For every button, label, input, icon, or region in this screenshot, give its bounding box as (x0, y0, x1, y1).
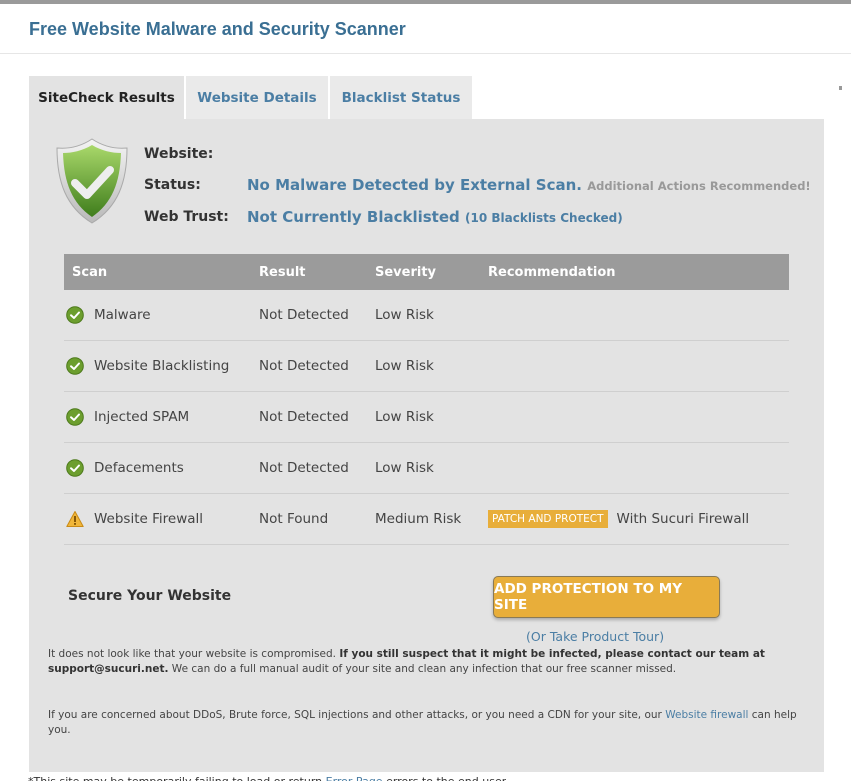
scan-result: Not Found (259, 511, 329, 527)
header-scan: Scan (72, 264, 108, 280)
compromise-note: It does not look like that your website … (48, 648, 765, 675)
footer-note: *This site may be temporarily failing to… (28, 773, 506, 781)
website-firewall-link[interactable]: Website firewall (665, 709, 748, 721)
scan-severity: Low Risk (375, 358, 434, 374)
table-row: Website Blacklisting Not Detected Low Ri… (64, 341, 789, 392)
warning-triangle-icon (66, 511, 84, 527)
scan-name: Malware (94, 307, 151, 323)
trust-text: Not Currently Blacklisted (247, 208, 460, 226)
scan-recommendation: PATCH AND PROTECT With Sucuri Firewall (488, 510, 789, 528)
scan-result: Not Detected (259, 409, 349, 425)
tab-blacklist-status[interactable]: Blacklist Status (330, 76, 472, 119)
header-result: Result (259, 264, 306, 280)
web-trust-label: Web Trust: (144, 209, 229, 225)
scan-severity: Low Risk (375, 409, 434, 425)
header-severity: Severity (375, 264, 437, 280)
scan-name: Website Blacklisting (94, 358, 230, 374)
website-label: Website: (144, 146, 214, 162)
scan-result: Not Detected (259, 307, 349, 323)
check-circle-icon (66, 357, 84, 375)
table-row: Website Firewall Not Found Medium Risk P… (64, 494, 789, 545)
top-border (0, 0, 851, 4)
status-note: Additional Actions Recommended! (587, 179, 811, 193)
add-protection-button[interactable]: ADD PROTECTION TO MY SITE (493, 576, 720, 618)
table-row: Defacements Not Detected Low Risk (64, 443, 789, 494)
status-value: No Malware Detected by External Scan. Ad… (247, 176, 811, 194)
scan-result: Not Detected (259, 358, 349, 374)
status-label: Status: (144, 177, 201, 193)
scan-result: Not Detected (259, 460, 349, 476)
page-title: Free Website Malware and Security Scanne… (29, 19, 406, 39)
title-divider (0, 53, 851, 54)
scan-name: Website Firewall (94, 511, 204, 527)
check-circle-icon (66, 306, 84, 324)
patch-and-protect-badge[interactable]: PATCH AND PROTECT (488, 510, 608, 528)
tab-bar: SiteCheck Results Website Details Blackl… (29, 76, 474, 119)
corner-mark (839, 86, 842, 90)
product-tour-link[interactable]: Or Take Product Tour (531, 629, 659, 644)
header-recommendation: Recommendation (488, 264, 616, 280)
scan-severity: Medium Risk (375, 511, 462, 527)
check-circle-icon (66, 459, 84, 477)
scan-results-table: Scan Result Severity Recommendation Malw… (64, 254, 789, 545)
recommendation-text: With Sucuri Firewall (616, 511, 750, 527)
scan-severity: Low Risk (375, 460, 434, 476)
scan-severity: Low Risk (375, 307, 434, 323)
tab-website-details[interactable]: Website Details (186, 76, 328, 119)
table-row: Injected SPAM Not Detected Low Risk (64, 392, 789, 443)
error-page-link[interactable]: Error Page (326, 775, 383, 781)
table-row: Malware Not Detected Low Risk (64, 290, 789, 341)
secure-your-website-label: Secure Your Website (68, 588, 232, 604)
status-text: No Malware Detected by External Scan. (247, 176, 582, 194)
shield-check-icon (56, 138, 128, 224)
table-header: Scan Result Severity Recommendation (64, 254, 789, 290)
firewall-note: If you are concerned about DDoS, Brute f… (48, 709, 797, 736)
results-panel: Website: Status: No Malware Detected by … (29, 119, 824, 772)
tab-sitecheck-results[interactable]: SiteCheck Results (29, 76, 184, 119)
check-circle-icon (66, 408, 84, 426)
product-tour: (Or Take Product Tour) (526, 629, 665, 644)
scan-name: Defacements (94, 460, 184, 476)
scan-name: Injected SPAM (94, 409, 190, 425)
trust-note: (10 Blacklists Checked) (465, 211, 623, 225)
web-trust-value: Not Currently Blacklisted (10 Blacklists… (247, 208, 623, 226)
